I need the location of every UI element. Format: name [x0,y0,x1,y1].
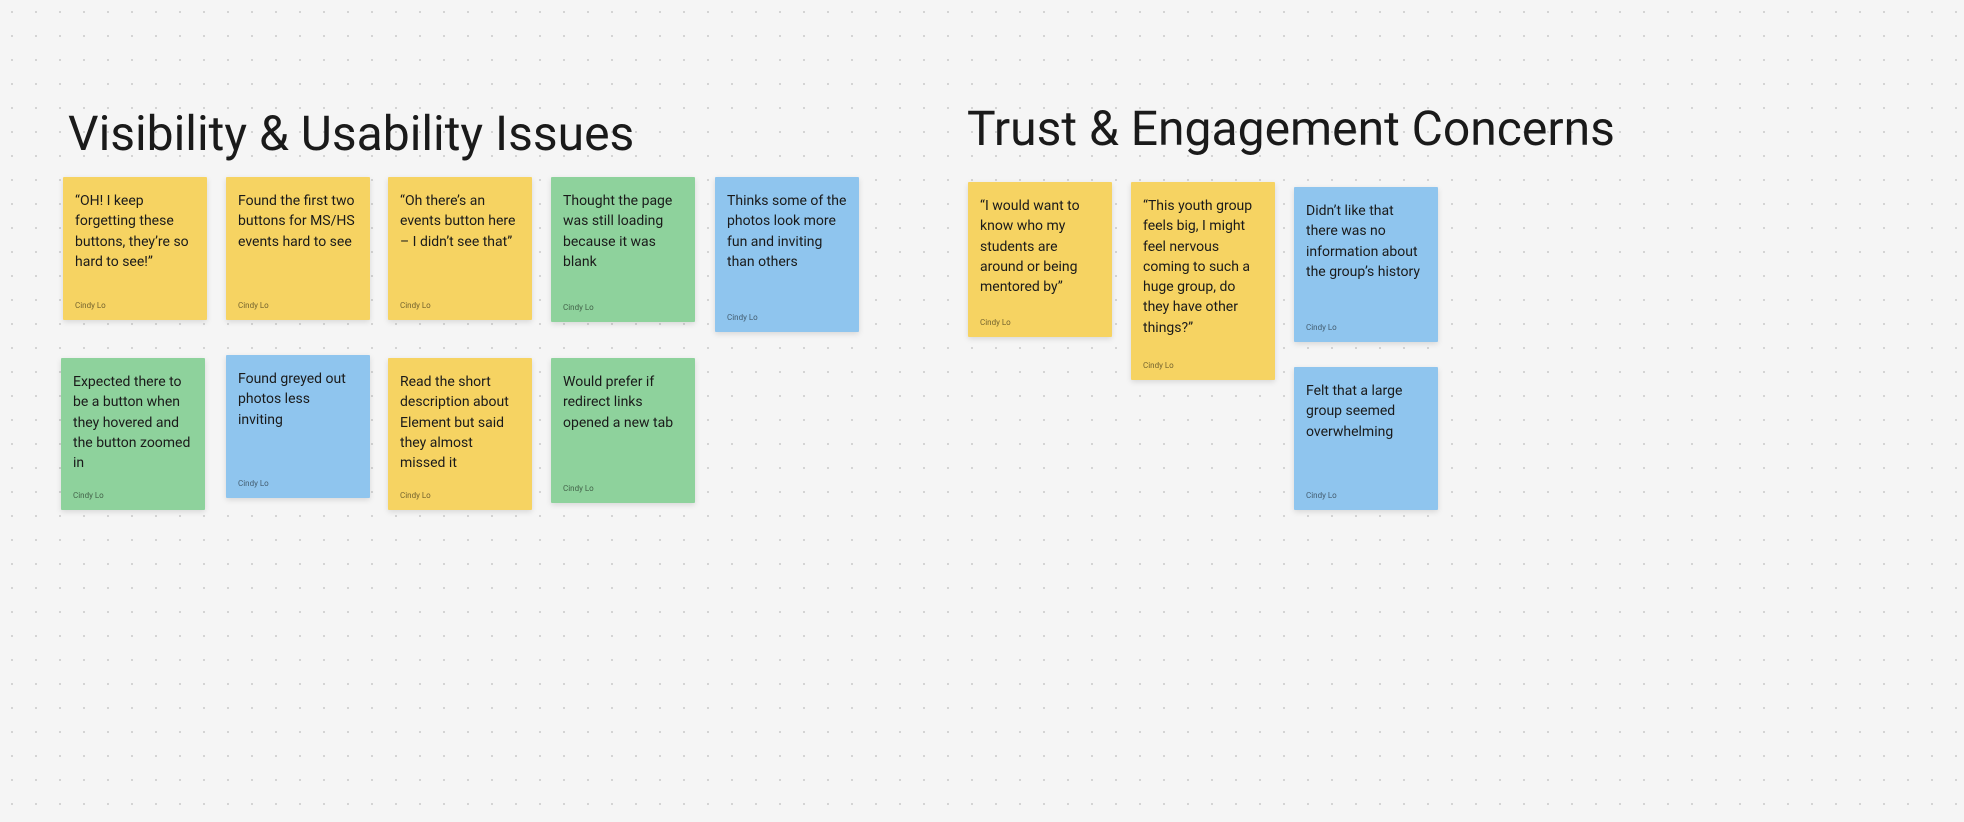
sticky-note[interactable]: Would prefer if redirect links opened a … [551,358,695,503]
sticky-author: Cindy Lo [727,313,847,322]
sticky-author: Cindy Lo [980,318,1100,327]
sticky-author: Cindy Lo [238,479,358,488]
sticky-author: Cindy Lo [400,301,520,310]
sticky-text[interactable]: Thought the page was still loading becau… [563,191,683,272]
sticky-author: Cindy Lo [1143,361,1263,370]
sticky-author: Cindy Lo [1306,323,1426,332]
sticky-text[interactable]: “OH! I keep forgetting these buttons, th… [75,191,195,272]
sticky-note[interactable]: Found greyed out photos less inviting Cin… [226,355,370,498]
sticky-text[interactable]: Found the first two buttons for MS/HS ev… [238,191,358,252]
sticky-author: Cindy Lo [75,301,195,310]
sticky-text[interactable]: “This youth group feels big, I might fee… [1143,196,1263,338]
sticky-text[interactable]: Felt that a large group seemed overwhelm… [1306,381,1426,442]
sticky-author: Cindy Lo [1306,491,1426,500]
sticky-note[interactable]: Didn’t like that there was no informatio… [1294,187,1438,342]
sticky-text[interactable]: “Oh there’s an events button here – I di… [400,191,520,252]
sticky-text[interactable]: Thinks some of the photos look more fun … [727,191,847,272]
sticky-author: Cindy Lo [73,491,193,500]
sticky-note[interactable]: Felt that a large group seemed overwhelm… [1294,367,1438,510]
sticky-note[interactable]: Expected there to be a button when they … [61,358,205,510]
sticky-note[interactable]: “Oh there’s an events button here – I di… [388,177,532,320]
sticky-text[interactable]: Expected there to be a button when they … [73,372,193,473]
sticky-author: Cindy Lo [400,491,520,500]
sticky-note[interactable]: “This youth group feels big, I might fee… [1131,182,1275,380]
sticky-note[interactable]: Thought the page was still loading becau… [551,177,695,322]
sticky-note[interactable]: Read the short description about Element… [388,358,532,510]
sticky-text[interactable]: Didn’t like that there was no informatio… [1306,201,1426,282]
sticky-note[interactable]: Thinks some of the photos look more fun … [715,177,859,332]
sticky-text[interactable]: Read the short description about Element… [400,372,520,473]
sticky-author: Cindy Lo [238,301,358,310]
sticky-author: Cindy Lo [563,303,683,312]
sticky-author: Cindy Lo [563,484,683,493]
section-title-right[interactable]: Trust & Engagement Concerns [967,100,1615,157]
figjam-canvas[interactable]: Visibility & Usability Issues Trust & Eng… [0,0,1964,822]
sticky-text[interactable]: Would prefer if redirect links opened a … [563,372,683,433]
sticky-text[interactable]: “I would want to know who my students ar… [980,196,1100,297]
sticky-text[interactable]: Found greyed out photos less inviting [238,369,358,430]
section-title-left[interactable]: Visibility & Usability Issues [68,105,634,162]
sticky-note[interactable]: Found the first two buttons for MS/HS ev… [226,177,370,320]
sticky-note[interactable]: “I would want to know who my students ar… [968,182,1112,337]
sticky-note[interactable]: “OH! I keep forgetting these buttons, th… [63,177,207,320]
